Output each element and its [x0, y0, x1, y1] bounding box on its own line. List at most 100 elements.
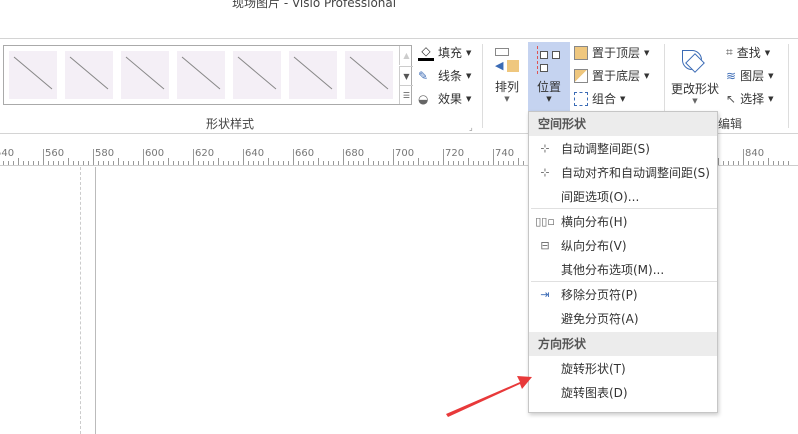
- ruler-tick: [778, 161, 779, 165]
- ruler-tick: [403, 161, 404, 165]
- menu-item-rotate-shapes[interactable]: 旋转形状(T): [529, 356, 717, 380]
- menu-item-auto-align-space[interactable]: ⊹ 自动对齐和自动调整间距(S): [529, 160, 717, 184]
- ruler-tick: [28, 161, 29, 165]
- ruler-tick: [423, 161, 424, 165]
- ruler-tick: [78, 161, 79, 165]
- ruler-tick: [38, 161, 39, 165]
- ruler-tick: [398, 161, 399, 165]
- ruler-tick: [68, 158, 69, 165]
- ruler-tick: [358, 161, 359, 165]
- position-button[interactable]: 位置 ▼: [528, 42, 570, 112]
- ruler-tick: [303, 161, 304, 165]
- bring-front-icon: [574, 45, 588, 60]
- menu-section-orient-shapes: 方向形状: [529, 332, 717, 356]
- ruler-tick: [253, 161, 254, 165]
- group-label-shape-styles: 形状样式: [206, 117, 255, 131]
- ruler-label: 840: [745, 148, 765, 159]
- ruler-tick: [488, 161, 489, 165]
- menu-item-spacing-options[interactable]: 间距选项(O)...: [529, 184, 717, 208]
- menu-item-more-distribute[interactable]: 其他分布选项(M)...: [529, 257, 717, 281]
- ruler-tick: [293, 149, 294, 165]
- ruler-tick: [783, 161, 784, 165]
- brush-icon: ✎: [418, 68, 429, 83]
- select-button[interactable]: ↖ 选择 ▼: [726, 90, 773, 107]
- ruler-tick: [773, 161, 774, 165]
- effects-button[interactable]: ◒ 效果 ▼: [418, 90, 471, 107]
- dialog-launcher-icon[interactable]: ⌟: [469, 123, 473, 132]
- change-shape-icon: [668, 44, 722, 80]
- ruler-tick: [463, 161, 464, 165]
- menu-item-distribute-horizontal[interactable]: ▯▯▫ 横向分布(H): [529, 209, 717, 233]
- find-button[interactable]: ⌗ 查找 ▼: [726, 44, 770, 61]
- ruler-tick: [508, 161, 509, 165]
- gallery-more-icon[interactable]: ☰: [399, 85, 413, 104]
- ruler-tick: [238, 161, 239, 165]
- ruler-tick: [363, 161, 364, 165]
- menu-item-auto-space[interactable]: ⊹ 自动调整间距(S): [529, 136, 717, 160]
- shape-style-gallery[interactable]: ▲ ▼ ☰: [3, 45, 413, 105]
- line-button[interactable]: ✎ 线条 ▼: [418, 67, 471, 84]
- ruler-tick: [348, 161, 349, 165]
- ruler-tick: [58, 161, 59, 165]
- ruler-tick: [323, 161, 324, 165]
- style-thumbnail[interactable]: [177, 51, 225, 99]
- ruler-label: 540: [0, 148, 15, 159]
- style-thumbnail[interactable]: [345, 51, 393, 99]
- ruler-tick: [418, 158, 419, 165]
- style-thumbnail[interactable]: [289, 51, 337, 99]
- position-icon: [528, 42, 570, 78]
- menu-item-rotate-diagram[interactable]: 旋转图表(D): [529, 380, 717, 404]
- layers-icon: ≋: [726, 68, 737, 83]
- send-to-back-button[interactable]: 置于底层 ▼: [574, 67, 649, 84]
- group-label-editing: 编辑: [718, 117, 743, 131]
- ruler-tick: [438, 161, 439, 165]
- ruler-tick: [198, 161, 199, 165]
- ruler-tick: [383, 161, 384, 165]
- ruler-tick: [748, 161, 749, 165]
- ruler-tick: [248, 161, 249, 165]
- page-edge: [95, 167, 96, 434]
- ruler-tick: [373, 161, 374, 165]
- menu-item-avoid-page-breaks[interactable]: 避免分页符(A): [529, 306, 717, 330]
- ruler-tick: [88, 161, 89, 165]
- ruler-tick: [408, 161, 409, 165]
- arrange-icon: ◀: [490, 44, 524, 78]
- style-thumbnail[interactable]: [9, 51, 57, 99]
- ruler-tick: [393, 149, 394, 165]
- menu-section-space-shapes: 空间形状: [529, 112, 717, 136]
- ruler-tick: [443, 149, 444, 165]
- style-thumbnail[interactable]: [121, 51, 169, 99]
- change-shape-button[interactable]: 更改形状 ▼: [668, 44, 722, 106]
- ruler-tick: [158, 161, 159, 165]
- arrange-button[interactable]: ◀ 排列 ▼: [490, 44, 524, 106]
- ruler-tick: [83, 161, 84, 165]
- ruler-tick: [318, 158, 319, 165]
- ruler-tick: [283, 161, 284, 165]
- ruler-tick: [233, 161, 234, 165]
- menu-item-remove-page-breaks[interactable]: ⇥ 移除分页符(P): [529, 282, 717, 306]
- style-thumbnail[interactable]: [233, 51, 281, 99]
- group-button[interactable]: 组合 ▼: [574, 90, 625, 107]
- layers-button[interactable]: ≋ 图层 ▼: [726, 67, 773, 84]
- fill-button[interactable]: ◇ 填充 ▼: [418, 44, 471, 61]
- ruler-tick: [503, 161, 504, 165]
- gallery-down-icon[interactable]: ▼: [399, 66, 413, 85]
- ruler-tick: [103, 161, 104, 165]
- style-thumbnail[interactable]: [65, 51, 113, 99]
- ruler-tick: [753, 161, 754, 165]
- binoculars-icon: ⌗: [726, 45, 733, 59]
- menu-item-distribute-vertical[interactable]: ⊟ 纵向分布(V): [529, 233, 717, 257]
- ruler-tick: [448, 161, 449, 165]
- ruler-tick: [378, 161, 379, 165]
- ruler-tick: [478, 161, 479, 165]
- page-margin-guide: [80, 167, 81, 434]
- bring-to-front-button[interactable]: 置于顶层 ▼: [574, 44, 649, 61]
- ruler-tick: [228, 161, 229, 165]
- window-title: 现场图片 - Visio Professional: [232, 0, 397, 10]
- distribute-vertical-icon: ⊟: [540, 238, 550, 252]
- gallery-up-icon[interactable]: ▲: [399, 46, 413, 65]
- ruler-label: 620: [195, 148, 215, 159]
- position-dropdown-menu: 空间形状 ⊹ 自动调整间距(S) ⊹ 自动对齐和自动调整间距(S) 间距选项(O).…: [528, 111, 718, 413]
- ruler-tick: [493, 149, 494, 165]
- remove-page-break-icon: ⇥: [540, 287, 550, 301]
